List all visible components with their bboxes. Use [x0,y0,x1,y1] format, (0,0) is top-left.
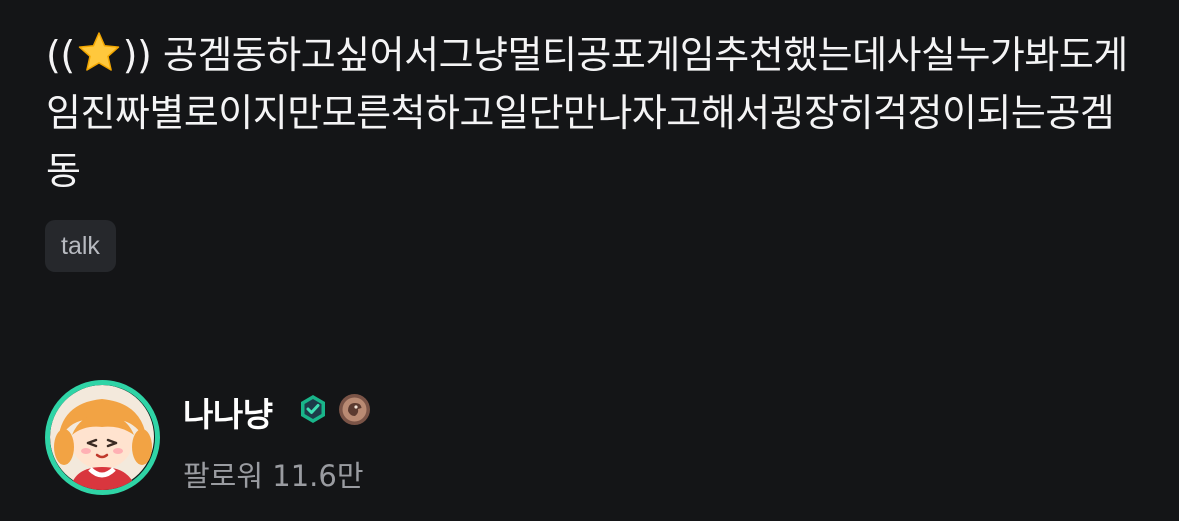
level-badge-icon [339,394,370,425]
followers-label: 팔로워 [183,459,264,493]
partner-check-icon [301,395,325,423]
post-title: (( )) 공겜동하고싶어서그냥멀티공포게임추천했는데사실누가봐도게임진짜별로이… [46,26,1146,200]
follower-count: 팔로워 11.6만 [183,453,364,495]
avatar-illustration [50,385,154,490]
tag-chip-talk[interactable]: talk [45,220,116,272]
star-icon [78,32,119,71]
author-block[interactable]: 나나냥 팔로워 11.6만 [45,380,545,495]
title-prefix: (( [46,33,75,77]
title-text: )) 공겜동하고싶어서그냥멀티공포게임추천했는데사실누가봐도게임진짜별로이지만모… [46,33,1128,193]
author-name[interactable]: 나나냥 [183,388,273,436]
avatar[interactable] [45,380,160,495]
followers-value: 11.6만 [272,459,364,493]
